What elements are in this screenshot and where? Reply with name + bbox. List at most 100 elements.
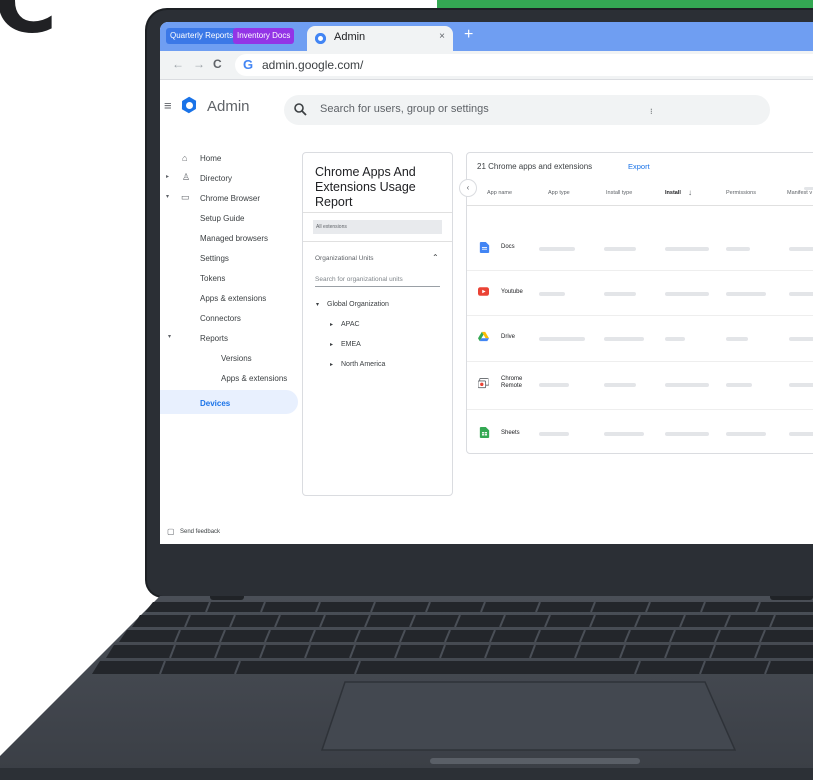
export-link[interactable]: Export — [628, 162, 650, 171]
org-units-label: Organizational Units — [315, 255, 374, 262]
report-panel: Chrome Apps And Extensions Usage Report … — [302, 152, 453, 496]
collapse-arrow-icon[interactable]: ▾ — [166, 193, 169, 200]
placeholder-bar — [539, 292, 565, 296]
tab-quarterly-reports[interactable]: Quarterly Reports — [166, 28, 238, 44]
tree-north-america[interactable]: North America — [341, 361, 385, 368]
collapse-arrow-icon[interactable]: ▾ — [316, 301, 319, 308]
tree-emea[interactable]: EMEA — [341, 341, 361, 348]
row-divider — [467, 409, 813, 410]
search-placeholder: Search for users, group or settings — [320, 103, 489, 115]
forward-icon[interactable]: → — [193, 57, 205, 71]
extension-filter[interactable]: All extensions — [313, 220, 442, 234]
tree-global-organization[interactable]: Global Organization — [327, 301, 389, 308]
row-divider — [467, 270, 813, 271]
brand-letter: C — [0, 0, 58, 53]
sidebar-item-home[interactable]: Home — [200, 154, 221, 163]
sidebar-item-apps-extensions[interactable]: Apps & extensions — [200, 294, 266, 303]
app-header: ≡ Admin Search for users, group or setti… — [160, 80, 813, 130]
new-tab-button[interactable]: + — [464, 26, 473, 44]
row-divider — [467, 315, 813, 316]
search-icon — [294, 103, 307, 116]
sidebar-item-setup-guide[interactable]: Setup Guide — [200, 214, 244, 223]
placeholder-bar — [665, 247, 709, 251]
placeholder-bar — [726, 337, 748, 341]
browser-toolbar: ← → C G admin.google.com/ — [160, 51, 813, 80]
placeholder-bar — [539, 247, 575, 251]
placeholder-bar — [604, 337, 644, 341]
feedback-icon: ▢ — [167, 527, 175, 536]
expand-arrow-icon[interactable]: ▸ — [330, 321, 333, 328]
chevron-up-icon[interactable]: ⌃ — [432, 253, 439, 262]
sidebar-item-directory[interactable]: Directory — [200, 174, 232, 183]
divider — [303, 212, 452, 213]
sidebar-item-connectors[interactable]: Connectors — [200, 314, 241, 323]
placeholder-bar — [665, 383, 709, 387]
sidebar-item-versions[interactable]: Versions — [221, 354, 252, 363]
placeholder-bar — [665, 292, 709, 296]
column-install[interactable]: Install — [665, 190, 681, 196]
app-name-docs: Docs — [501, 244, 515, 250]
person-icon: ♙ — [182, 172, 191, 182]
home-icon: ⌂ — [182, 153, 188, 163]
placeholder-bar — [726, 292, 766, 296]
placeholder-bar — [604, 432, 644, 436]
expand-arrow-icon[interactable]: ▸ — [330, 361, 333, 368]
header-divider — [467, 205, 813, 206]
app-name-drive: Drive — [501, 334, 516, 340]
header-right-icon[interactable]: ⁝ — [650, 107, 653, 116]
collapse-panel-button[interactable]: ‹ — [459, 179, 477, 197]
app-name-chrome-remote: Chrome Remote — [501, 376, 523, 389]
app-title: Admin — [207, 98, 250, 115]
sidebar-item-chrome-browser[interactable]: Chrome Browser — [200, 194, 260, 203]
laptop-keyboard-deck — [0, 596, 813, 780]
placeholder-bar — [604, 247, 636, 251]
placeholder-bar — [726, 383, 752, 387]
sort-down-icon[interactable]: ↓ — [688, 188, 692, 197]
tab-inventory-docs[interactable]: Inventory Docs — [233, 28, 295, 44]
divider — [303, 241, 452, 242]
column-manifest-version[interactable]: Manifest v — [787, 190, 812, 196]
expand-arrow-icon[interactable]: ▸ — [330, 341, 333, 348]
sidebar-item-managed-browsers[interactable]: Managed browsers — [200, 234, 268, 243]
close-tab-icon[interactable]: × — [439, 31, 445, 42]
youtube-icon — [478, 287, 489, 296]
placeholder-bar — [665, 337, 685, 341]
sidebar-item-reports[interactable]: Reports — [200, 334, 228, 343]
column-install-type[interactable]: Install type — [606, 190, 632, 196]
apps-table-panel: 21 Chrome apps and extensions Export ‹ A… — [459, 152, 813, 454]
app-name-sheets: Sheets — [501, 430, 520, 436]
admin-logo-dot — [186, 102, 193, 109]
placeholder-bar — [726, 432, 766, 436]
sidebar-item-devices[interactable]: Devices — [200, 399, 230, 408]
tree-apac[interactable]: APAC — [341, 321, 360, 328]
back-icon[interactable]: ← — [172, 57, 184, 71]
collapse-arrow-icon[interactable]: ▾ — [168, 333, 171, 340]
column-permissions[interactable]: Permissions — [726, 190, 756, 196]
menu-icon[interactable]: ≡ — [164, 98, 172, 113]
column-app-type[interactable]: App type — [548, 190, 570, 196]
reload-icon[interactable]: C — [213, 57, 222, 71]
chrome-remote-icon — [478, 378, 489, 389]
placeholder-bar — [539, 383, 569, 387]
send-feedback-link[interactable]: Send feedback — [180, 529, 220, 535]
docs-icon — [479, 242, 490, 253]
placeholder-bar — [789, 383, 813, 387]
devices-icon: ▭ — [181, 192, 190, 202]
placeholder-bar — [726, 247, 750, 251]
column-app-name[interactable]: App name — [487, 190, 512, 196]
placeholder-bar — [539, 432, 569, 436]
sidebar-item-settings[interactable]: Settings — [200, 254, 229, 263]
apps-count: 21 Chrome apps and extensions — [477, 162, 593, 171]
address-bar[interactable]: G admin.google.com/ — [235, 54, 813, 76]
expand-arrow-icon[interactable]: ▸ — [166, 173, 169, 180]
org-units-search[interactable]: Search for organizational units — [315, 276, 440, 287]
placeholder-bar — [789, 337, 813, 341]
sidebar: ⌂ Home ▸ ♙ Directory ▾ ▭ Chrome Browser … — [160, 130, 300, 544]
placeholder-bar — [789, 292, 813, 296]
tab-admin[interactable]: Admin × — [307, 26, 453, 51]
search-input[interactable]: Search for users, group or settings — [284, 95, 770, 125]
sidebar-item-tokens[interactable]: Tokens — [200, 274, 225, 283]
sidebar-item-reports-apps-extensions[interactable]: Apps & extensions — [221, 374, 287, 383]
placeholder-bar — [604, 383, 636, 387]
drive-icon — [478, 331, 489, 342]
